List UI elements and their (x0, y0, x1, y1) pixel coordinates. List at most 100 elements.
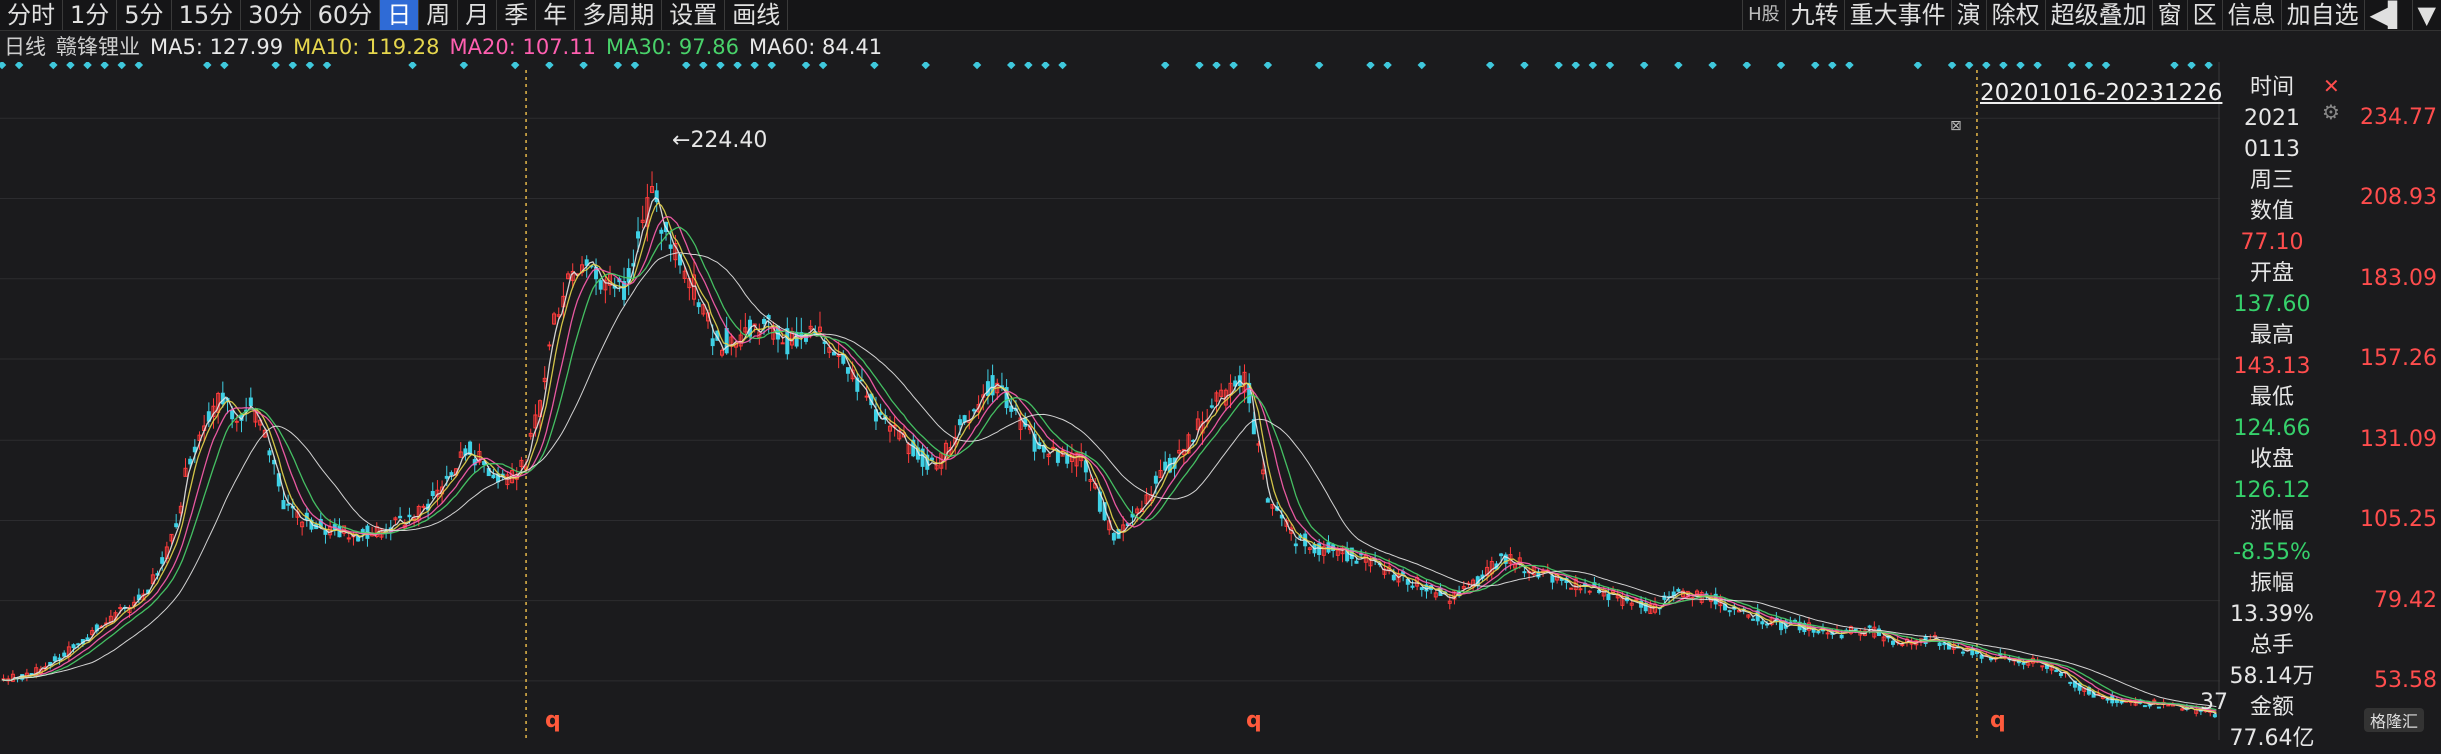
q-marker[interactable]: q (1990, 708, 2006, 733)
period-tab[interactable]: 分时 (0, 0, 63, 30)
candle-body (118, 607, 123, 610)
signal-dot (921, 62, 930, 70)
period-tab[interactable]: 15分 (172, 0, 242, 30)
period-tab[interactable]: 多周期 (575, 0, 663, 30)
signal-dot (203, 62, 212, 70)
toolbar-button[interactable]: 加自选 (2280, 0, 2364, 30)
candle-body (1410, 585, 1415, 588)
signal-dot (408, 62, 417, 70)
q-marker[interactable]: q (1246, 708, 1262, 733)
candle-body (444, 475, 449, 479)
data-window-field: 开盘 (2249, 261, 2294, 286)
data-window-field: 周三 (2249, 168, 2294, 193)
signal-dot (767, 62, 777, 70)
data-window-field: 58.14万 (2229, 664, 2315, 689)
small-close-icon[interactable]: ⊠ (1950, 118, 1962, 134)
signal-dot (1160, 62, 1170, 70)
candle-body (1209, 405, 1214, 408)
candle-body (957, 419, 962, 426)
data-window-field: 最高 (2249, 323, 2294, 348)
candle-body (1825, 632, 1830, 635)
period-selector: 分时 1分 5分 15分 30分 60分日周月季年多周期 设置 画线 (0, 0, 789, 30)
toolbar-button[interactable]: 演 (1950, 0, 1986, 30)
signal-dot (1007, 62, 1016, 70)
toolbar-button[interactable]: ◀▌ (2363, 0, 2412, 30)
legend-stock-name[interactable]: 赣锋锂业 (56, 33, 140, 61)
signal-dot (716, 62, 725, 70)
data-window-field: 77.64亿 (2229, 726, 2315, 751)
period-tab[interactable]: 周 (419, 0, 459, 30)
toolbar-button[interactable]: ▼ (2411, 0, 2441, 30)
data-window-field: 最低 (2249, 385, 2294, 410)
legend-ma20: MA20: 107.11 (449, 35, 596, 59)
candle-body (2058, 672, 2063, 676)
q-marker[interactable]: q (545, 708, 561, 733)
candle-body (1251, 419, 1256, 435)
toolbar-button[interactable]: 九转 (1784, 0, 1844, 30)
signal-dot (1999, 62, 2008, 70)
signal-dot (1314, 62, 1324, 70)
signal-dot (459, 62, 469, 70)
y-tick-label: 157.26 (2360, 345, 2437, 371)
signal-dot (579, 62, 588, 70)
signal-dot (2187, 62, 2196, 70)
legend-period: 日线 (4, 35, 46, 59)
signal-dot (1982, 62, 1991, 70)
period-tab[interactable]: 5分 (117, 0, 172, 30)
signal-dot (510, 62, 520, 70)
signal-dot (2033, 62, 2042, 70)
period-tab[interactable]: 日 (380, 0, 420, 30)
toolbar-button[interactable]: 信息 (2221, 0, 2281, 30)
candle-body (1153, 475, 1158, 484)
toolbar-button[interactable]: 窗 (2151, 0, 2187, 30)
period-tab[interactable]: 设置 (662, 0, 726, 30)
candle-body (780, 342, 785, 345)
toolbar-button[interactable]: 重大事件 (1843, 0, 1951, 30)
candle-body (1111, 533, 1116, 541)
period-tab[interactable]: 月 (458, 0, 498, 30)
signal-dot (2016, 62, 2025, 70)
data-window-field: 收盘 (2249, 447, 2294, 472)
candle-body (234, 420, 239, 423)
gear-icon[interactable]: ⚙ (2322, 100, 2340, 124)
candlestick-chart[interactable] (0, 62, 2220, 740)
signal-dot (1520, 62, 1529, 70)
data-window-field: 金额 (2249, 695, 2294, 720)
period-tab[interactable]: 年 (536, 0, 576, 30)
candle-body (636, 231, 641, 239)
signal-dot (818, 62, 828, 70)
signal-dot (1485, 62, 1495, 70)
y-tick-label: 234.77 (2360, 105, 2437, 131)
logo: 格隆汇 (2364, 708, 2425, 732)
toolbar-button[interactable]: 超级叠加 (2044, 0, 2152, 30)
period-tab[interactable]: 画线 (725, 0, 789, 30)
peak-label: ←224.40 (672, 128, 768, 153)
candle-body (1937, 642, 1942, 647)
peak-value: 224.40 (690, 128, 768, 153)
period-tab[interactable]: 1分 (63, 0, 118, 30)
candle-body (1522, 571, 1527, 574)
period-tab[interactable]: 季 (497, 0, 537, 30)
candle-body (62, 652, 67, 657)
signal-dot (117, 62, 126, 70)
candle-body (2021, 662, 2026, 665)
y-tick-label: 53.58 (2374, 667, 2437, 693)
candle-body (2068, 681, 2073, 684)
toolbar-button[interactable]: 区 (2186, 0, 2222, 30)
period-tab[interactable]: 60分 (311, 0, 381, 30)
close-icon[interactable]: ✕ (2323, 74, 2340, 98)
data-window-field: 涨幅 (2249, 509, 2294, 534)
signal-dot (1383, 62, 1392, 70)
toolbar-button[interactable]: 除权 (1985, 0, 2045, 30)
data-window-field: 总手 (2249, 633, 2294, 658)
signal-dot (630, 62, 640, 70)
candle-body (1293, 543, 1298, 547)
signal-dot (1263, 62, 1273, 70)
candle-body (230, 410, 235, 420)
toolbar-button[interactable]: H股 (1742, 0, 1785, 30)
signal-dot (1639, 62, 1649, 70)
candle-body (52, 656, 57, 662)
period-tab[interactable]: 30分 (241, 0, 311, 30)
signal-dot (972, 62, 982, 70)
signal-dot (1605, 62, 1615, 70)
